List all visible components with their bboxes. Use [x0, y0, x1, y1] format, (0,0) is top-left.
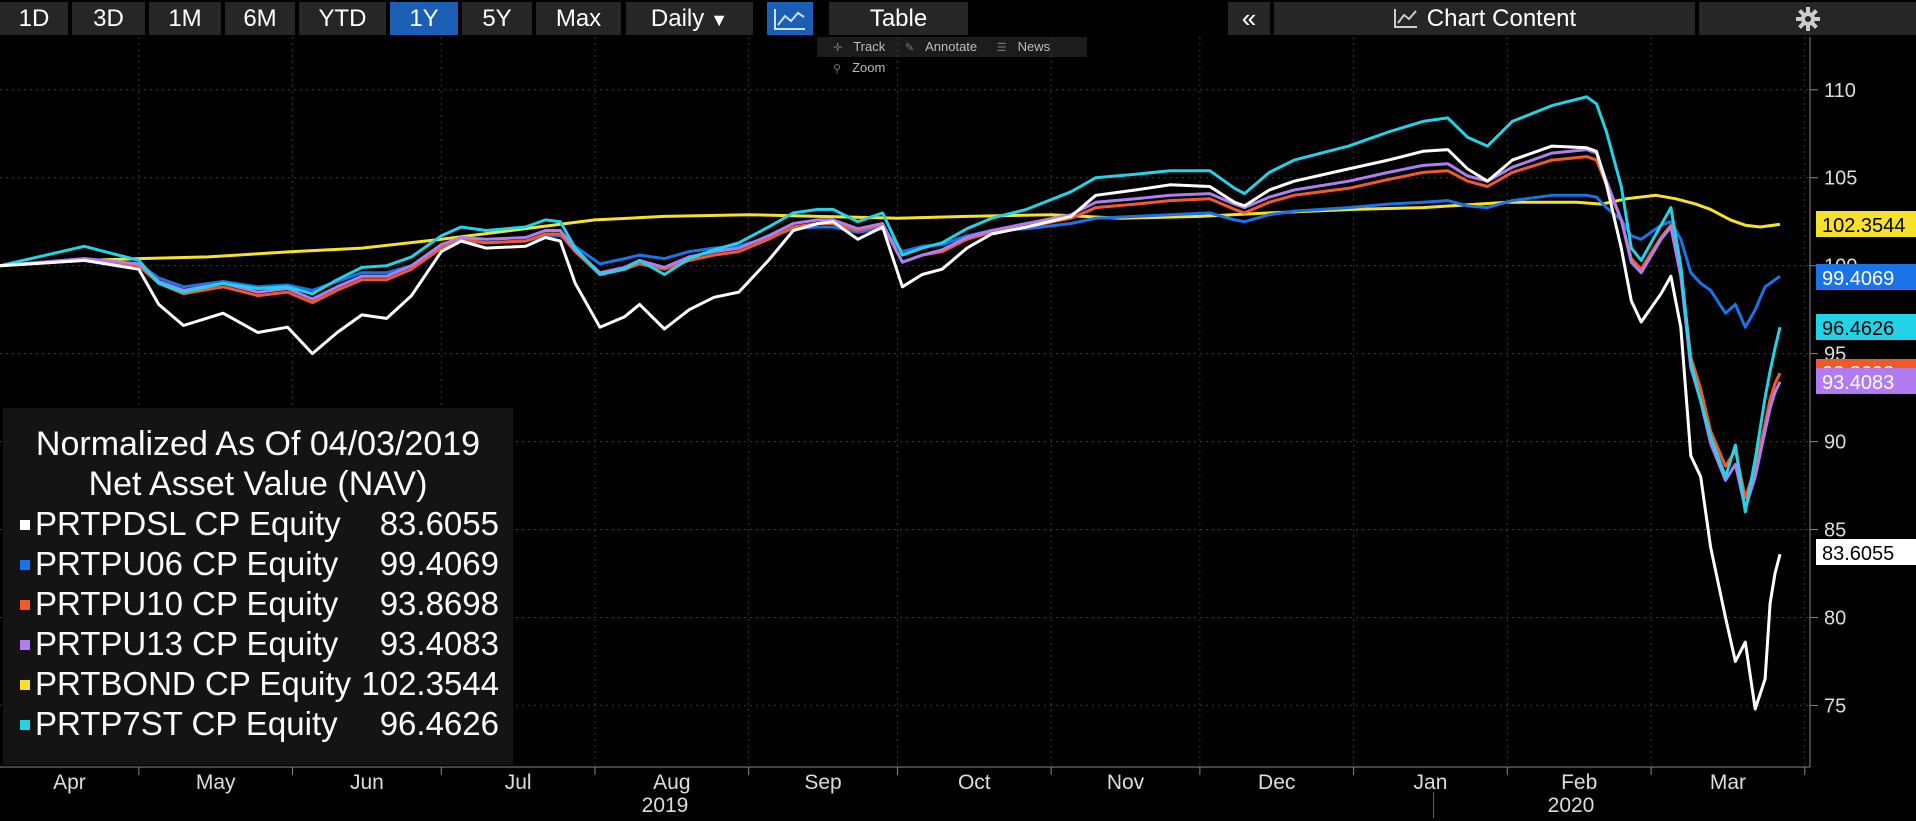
legend-swatch [20, 560, 30, 570]
x-month-label: Apr [53, 771, 86, 794]
legend-series-name: PRTP7ST CP Equity [35, 705, 338, 742]
x-year-label: 2019 [642, 794, 689, 817]
legend-series-value: 83.6055 [379, 505, 499, 542]
value-tag-text: 96.4626 [1822, 318, 1894, 340]
legend-entry-prtp7st[interactable]: PRTP7ST CP Equity 96.4626 [3, 704, 513, 744]
x-month-label: Nov [1107, 771, 1145, 794]
y-tick-label: 90 [1824, 432, 1846, 454]
x-month-label: Jun [350, 771, 384, 794]
legend-entry-prtpu13[interactable]: PRTPU13 CP Equity 93.4083 [3, 624, 513, 664]
legend-series-name: PRTBOND CP Equity [35, 665, 352, 702]
legend-swatch [20, 680, 30, 690]
legend-series-value: 102.3544 [361, 665, 499, 702]
legend-series-name: PRTPU06 CP Equity [35, 545, 339, 582]
x-month-label: Oct [958, 771, 991, 794]
legend-swatch [20, 720, 30, 730]
y-tick-label: 110 [1824, 80, 1856, 102]
legend-swatch [20, 640, 30, 650]
legend-title-line2: Net Asset Value (NAV) [88, 465, 428, 503]
x-month-label: May [196, 771, 236, 794]
legend-series-name: PRTPU13 CP Equity [35, 625, 339, 662]
legend-series-name: PRTPU10 CP Equity [35, 585, 339, 622]
legend-series-value: 96.4626 [379, 705, 499, 742]
legend-entry-prtpdsl[interactable]: PRTPDSL CP Equity 83.6055 [3, 504, 513, 544]
x-month-label: Jan [1414, 771, 1448, 794]
x-month-label: Feb [1561, 771, 1597, 794]
value-tag-text: 93.4083 [1822, 372, 1894, 394]
legend-swatch [20, 520, 30, 530]
x-month-label: Dec [1258, 771, 1295, 794]
y-tick-label: 105 [1824, 168, 1857, 190]
value-tag-text: 99.4069 [1822, 268, 1894, 290]
legend-entry-prtbond[interactable]: PRTBOND CP Equity 102.3544 [3, 664, 513, 704]
y-tick-label: 85 [1824, 520, 1846, 542]
value-tag-text: 83.6055 [1822, 543, 1894, 565]
legend-entry-prtpu06[interactable]: PRTPU06 CP Equity 99.4069 [3, 544, 513, 584]
legend-series-name: PRTPDSL CP Equity [35, 505, 341, 542]
x-month-label: Mar [1710, 771, 1746, 794]
x-axis: Apr May Jun Jul Aug Sep Oct Nov Dec Jan Feb Mar 2019… [0, 766, 1810, 818]
x-month-label: Aug [653, 771, 690, 794]
y-tick-label: 80 [1824, 607, 1846, 629]
last-value-tags: 102.354499.406996.462693.869893.408383.6… [1816, 211, 1916, 565]
legend-series-value: 93.8698 [379, 585, 499, 622]
legend-title: Normalized As Of 04/03/2019 Net Asset Va… [3, 424, 513, 504]
x-month-label: Jul [505, 771, 532, 794]
y-axis: 7580859095100105110 [1809, 37, 1857, 767]
legend-swatch [20, 600, 30, 610]
legend-title-line1: Normalized As Of 04/03/2019 [35, 425, 481, 463]
x-year-label: 2020 [1548, 794, 1595, 817]
legend-entry-prtpu10[interactable]: PRTPU10 CP Equity 93.8698 [3, 584, 513, 624]
y-tick-label: 75 [1824, 695, 1846, 717]
chart-legend: Normalized As Of 04/03/2019 Net Asset Va… [3, 408, 513, 765]
value-tag-text: 102.3544 [1822, 215, 1905, 237]
legend-series-value: 99.4069 [379, 545, 499, 582]
legend-series-value: 93.4083 [379, 625, 499, 662]
x-month-label: Sep [804, 771, 841, 794]
series-line-prtpu06 [0, 193, 1781, 329]
